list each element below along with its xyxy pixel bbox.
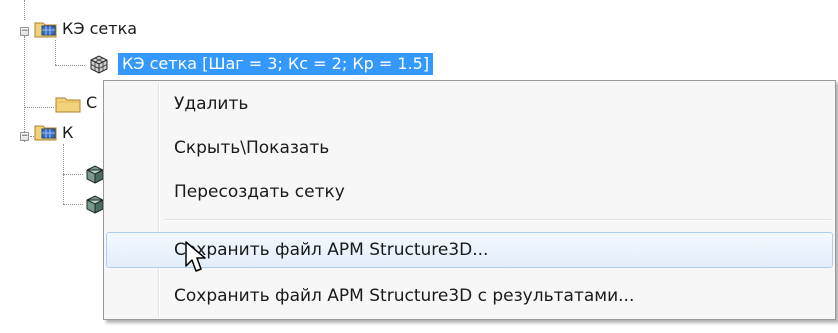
menu-item-label: Удалить: [174, 94, 249, 114]
tree-node-c[interactable]: С: [86, 92, 97, 114]
tree-line: [55, 40, 56, 65]
tree-line: [24, 0, 25, 20]
tree-line: [55, 65, 85, 66]
tree-line: [24, 107, 54, 108]
folder-grid-icon: [34, 122, 58, 146]
menu-item-delete[interactable]: Удалить: [106, 86, 833, 122]
context-menu: Удалить Скрыть\Показать Пересоздать сетк…: [103, 80, 836, 320]
folder-grid-icon: [34, 19, 58, 43]
menu-item-rebuild-mesh[interactable]: Пересоздать сетку: [106, 174, 833, 210]
menu-item-label: Скрыть\Показать: [174, 138, 330, 158]
tree-line: [63, 204, 83, 205]
tree-line: [24, 36, 25, 142]
folder-icon: [55, 94, 81, 118]
menu-item-label: Сохранить файл APM Structure3D...: [174, 240, 489, 260]
menu-item-hide-show[interactable]: Скрыть\Показать: [106, 130, 833, 166]
tree-node-k[interactable]: К: [62, 122, 73, 144]
menu-item-save-structure3d[interactable]: Сохранить файл APM Structure3D...: [106, 232, 833, 268]
tree-node-mesh-params[interactable]: КЭ сетка [Шаг = 3; Кс = 2; Кр = 1.5]: [118, 53, 434, 75]
mesh-cube-icon: [88, 53, 110, 79]
menu-item-label: Пересоздать сетку: [174, 182, 345, 202]
menu-item-save-structure3d-results[interactable]: Сохранить файл APM Structure3D с результ…: [106, 278, 833, 314]
tree-expander-mesh[interactable]: −: [20, 27, 29, 36]
tree-node-mesh[interactable]: КЭ сетка: [62, 18, 137, 40]
arrow-pointer-icon: [184, 240, 210, 278]
menu-separator: [164, 219, 831, 221]
tree-expander-k[interactable]: −: [20, 132, 29, 141]
tree-line: [63, 174, 83, 175]
menu-item-label: Сохранить файл APM Structure3D с результ…: [174, 286, 635, 306]
